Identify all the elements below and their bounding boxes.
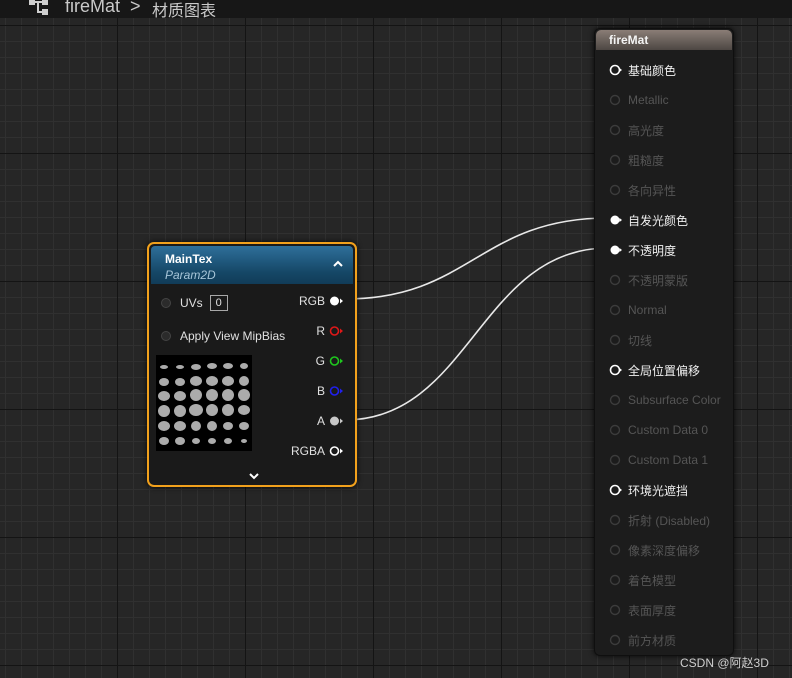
material-pin-row[interactable]: 环境光遮挡 — [609, 482, 688, 498]
material-pin-row: Custom Data 1 — [609, 452, 708, 468]
texture-node-subtitle: Param2D — [165, 268, 216, 282]
material-input-pin[interactable] — [609, 244, 622, 256]
breadcrumb-page: 材质图表 — [152, 3, 217, 20]
material-pin-row: Normal — [609, 302, 667, 318]
material-pin-row: 着色模型 — [609, 572, 676, 588]
wire-rgb-to-emissive — [344, 217, 609, 300]
material-pin-label: 表面厚度 — [628, 603, 677, 618]
input-label-uvs: UVs — [180, 296, 203, 310]
breadcrumb: fireMat > 材质图表 — [0, 0, 792, 20]
material-input-pin — [609, 574, 621, 586]
material-pin-label: 环境光遮挡 — [628, 483, 689, 498]
material-input-pin — [609, 604, 621, 616]
material-pin-label: Normal — [628, 303, 667, 317]
wire-a-to-opacity — [344, 247, 609, 421]
output-label-rgb: RGB — [298, 294, 325, 308]
material-pin-label: 基础颜色 — [628, 63, 677, 78]
output-label-b: B — [316, 384, 325, 398]
material-input-pin[interactable] — [609, 484, 622, 496]
material-input-pin — [609, 454, 621, 466]
material-input-pin — [609, 304, 621, 316]
texture-sample-node[interactable]: MainTex Param2D UVs 0 Apply View MipBias… — [147, 242, 357, 487]
material-pin-row: Custom Data 0 — [609, 422, 708, 438]
material-pin-label: 全局位置偏移 — [628, 363, 701, 378]
material-pin-row: 高光度 — [609, 122, 664, 138]
material-pin-row: 像素深度偏移 — [609, 542, 700, 558]
output-pin-b[interactable] — [329, 385, 343, 397]
material-node-title: fireMat — [609, 33, 649, 47]
material-node-header[interactable]: fireMat — [596, 30, 732, 50]
output-label-a: A — [316, 414, 325, 428]
material-pin-row[interactable]: 基础颜色 — [609, 62, 676, 78]
material-input-pin — [609, 334, 621, 346]
breadcrumb-root[interactable]: fireMat — [65, 0, 120, 17]
material-input-pin[interactable] — [609, 364, 622, 376]
input-apply-view-mipbias[interactable]: Apply View MipBias — [161, 328, 285, 344]
material-pin-label: 高光度 — [628, 123, 665, 138]
output-pin-r[interactable] — [329, 325, 343, 337]
input-pin-uvs[interactable] — [161, 298, 171, 308]
material-pin-label: Metallic — [628, 93, 669, 107]
material-pin-label: Custom Data 0 — [628, 423, 709, 437]
material-input-pin — [609, 184, 621, 196]
breadcrumb-separator: > — [130, 0, 141, 16]
material-pin-label: 切线 — [628, 333, 653, 348]
texture-preview-image — [156, 355, 252, 451]
watermark: CSDN @阿赵3D — [680, 656, 769, 670]
material-pin-label: 着色模型 — [628, 573, 677, 588]
material-pin-row: Metallic — [609, 92, 669, 108]
material-input-pin — [609, 514, 621, 526]
material-pin-label: 不透明蒙版 — [628, 273, 689, 288]
output-label-rgba: RGBA — [290, 444, 325, 458]
input-label-mipbias: Apply View MipBias — [180, 329, 286, 343]
texture-node-title: MainTex — [165, 252, 213, 266]
material-input-pin — [609, 634, 621, 646]
material-pin-row: 表面厚度 — [609, 602, 676, 618]
uvs-value-field[interactable]: 0 — [209, 295, 228, 311]
material-pin-label: 自发光颜色 — [628, 213, 689, 228]
material-input-pin — [609, 424, 621, 436]
material-result-node[interactable]: fireMat 基础颜色 Metallic 高光度粗糙度各向异性自发光颜色不透明度不… — [594, 28, 734, 656]
material-input-pin — [609, 394, 621, 406]
material-pin-label: 不透明度 — [628, 243, 677, 258]
material-input-pin — [609, 124, 621, 136]
material-pin-row[interactable]: 自发光颜色 — [609, 212, 688, 228]
material-pin-row: 粗糙度 — [609, 152, 664, 168]
graph-icon — [29, 0, 48, 15]
input-pin-mipbias[interactable] — [161, 331, 171, 341]
material-pin-row: 折射 (Disabled) — [609, 512, 710, 528]
material-input-pin — [609, 544, 621, 556]
material-input-pin[interactable] — [609, 64, 622, 76]
output-label-r: R — [316, 324, 325, 338]
material-pin-label: Custom Data 1 — [628, 453, 709, 467]
material-input-pin — [609, 274, 621, 286]
material-pin-label: 像素深度偏移 — [628, 543, 701, 558]
chevron-down-icon[interactable] — [247, 470, 261, 482]
material-input-pin — [609, 154, 621, 166]
material-input-pin — [609, 94, 621, 106]
material-pin-row[interactable]: 全局位置偏移 — [609, 362, 700, 378]
material-input-pin[interactable] — [609, 214, 622, 226]
output-pin-rgba[interactable] — [329, 445, 343, 457]
material-pin-row: 不透明蒙版 — [609, 272, 688, 288]
material-pin-row: 各向异性 — [609, 182, 676, 198]
material-pin-label: 前方材质 — [628, 633, 677, 648]
material-pin-label: Subsurface Color — [628, 393, 721, 407]
material-pin-row[interactable]: 不透明度 — [609, 242, 676, 258]
material-pin-label: 粗糙度 — [628, 153, 665, 168]
output-pin-rgb[interactable] — [329, 295, 343, 307]
output-pin-a[interactable] — [329, 415, 343, 427]
material-pin-row: 切线 — [609, 332, 652, 348]
output-label-g: G — [315, 354, 325, 368]
chevron-up-icon[interactable] — [331, 257, 345, 271]
output-pin-g[interactable] — [329, 355, 343, 367]
material-pin-label: 各向异性 — [628, 183, 677, 198]
material-pin-label: 折射 (Disabled) — [628, 513, 711, 528]
material-pin-row: Subsurface Color — [609, 392, 721, 408]
texture-node-header[interactable]: MainTex Param2D — [151, 246, 353, 284]
input-uvs[interactable]: UVs 0 — [161, 295, 228, 311]
material-pin-row: 前方材质 — [609, 632, 676, 648]
